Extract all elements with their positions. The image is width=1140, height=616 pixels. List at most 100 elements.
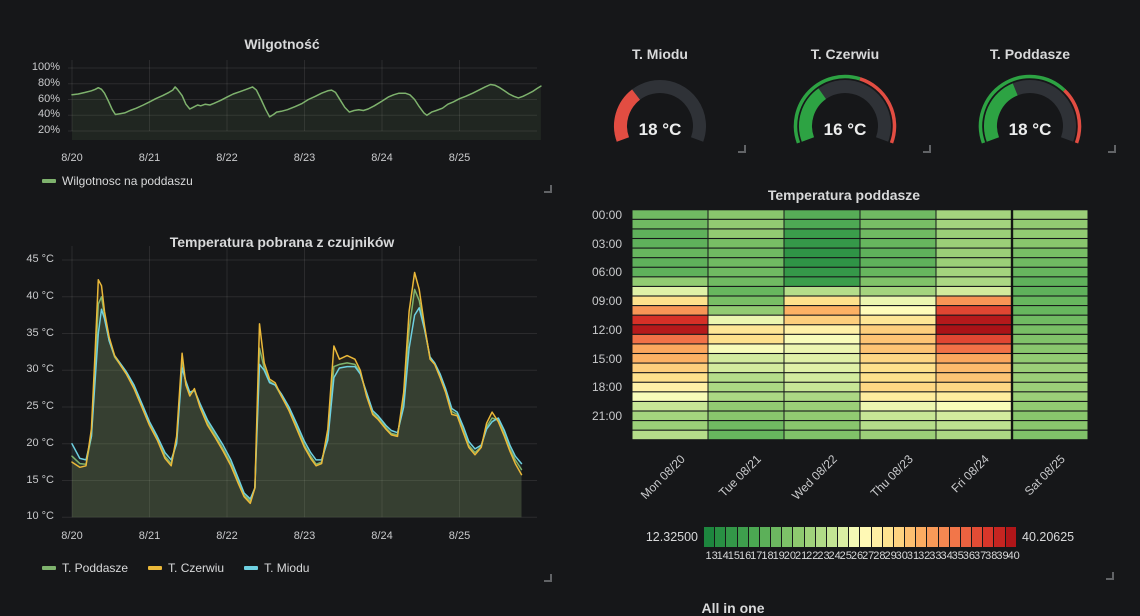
y-tick-label: 10 °C bbox=[8, 510, 54, 522]
colorbar-cell bbox=[950, 527, 960, 547]
colorbar-cell bbox=[972, 527, 982, 547]
panel-gauge-czerwiu: T. Czerwiu 16 °C bbox=[755, 8, 935, 156]
gauge-value: 16 °C bbox=[755, 120, 935, 140]
colorbar-cell bbox=[715, 527, 725, 547]
panel-gauge-miodu: T. Miodu 18 °C bbox=[570, 8, 750, 156]
legend-color-dash-icon bbox=[42, 179, 56, 183]
colorbar-cell bbox=[793, 527, 803, 547]
x-tick-label: 8/22 bbox=[205, 152, 249, 164]
colorbar-cell bbox=[994, 527, 1004, 547]
panel-humidity: Wilgotność 100%80%60%40%20% 8/208/218/22… bbox=[8, 8, 556, 196]
heatmap-y-tick-label: 09:00 bbox=[570, 294, 622, 308]
y-tick-label: 30 °C bbox=[8, 363, 54, 375]
heatmap-grid[interactable] bbox=[632, 210, 1088, 440]
panel-heatmap: Temperatura poddasze 00:00 03:00 06:00 09:0… bbox=[570, 160, 1118, 588]
colorbar-cell bbox=[704, 527, 714, 547]
heatmap-x-label: Sat 08/25 bbox=[994, 452, 1068, 526]
resize-handle-icon[interactable] bbox=[1106, 572, 1114, 580]
heatmap-y-tick-label: 00:00 bbox=[570, 208, 622, 222]
y-tick-label: 80% bbox=[8, 77, 60, 89]
x-tick-label: 8/20 bbox=[50, 530, 94, 542]
legend-item[interactable]: T. Czerwiu bbox=[148, 561, 224, 575]
panel-temperature: Temperatura pobrana z czujników 45 °C40 … bbox=[8, 204, 556, 585]
x-tick-label: 8/23 bbox=[283, 530, 327, 542]
x-tick-label: 8/20 bbox=[50, 152, 94, 164]
resize-handle-icon[interactable] bbox=[738, 145, 746, 153]
colorbar-cell bbox=[771, 527, 781, 547]
heatmap-y-tick-label: 15:00 bbox=[570, 352, 622, 366]
colorbar-cell bbox=[961, 527, 971, 547]
colorbar-cell bbox=[883, 527, 893, 547]
colorbar-cell bbox=[827, 527, 837, 547]
colorbar-cell bbox=[760, 527, 770, 547]
y-tick-label: 15 °C bbox=[8, 474, 54, 486]
heatmap-x-label: Fri 08/24 bbox=[918, 452, 992, 526]
resize-handle-icon[interactable] bbox=[544, 574, 552, 582]
resize-handle-icon[interactable] bbox=[1108, 145, 1116, 153]
y-tick-label: 20% bbox=[8, 124, 60, 136]
legend-color-dash-icon bbox=[244, 566, 258, 570]
heatmap-x-label: Wed 08/22 bbox=[766, 452, 840, 526]
legend-item[interactable]: T. Poddasze bbox=[42, 561, 128, 575]
colorbar-cell bbox=[894, 527, 904, 547]
colorbar-min-label: 12.32500 bbox=[598, 530, 698, 544]
heatmap-y-tick-label: 12:00 bbox=[570, 323, 622, 337]
colorbar-cell bbox=[816, 527, 826, 547]
x-tick-label: 8/25 bbox=[438, 530, 482, 542]
y-tick-label: 40 °C bbox=[8, 290, 54, 302]
heatmap-y-tick-label: 18:00 bbox=[570, 380, 622, 394]
colorbar-cell bbox=[872, 527, 882, 547]
humidity-legend: Wilgotnosc na poddaszu bbox=[42, 174, 193, 188]
colorbar-cell bbox=[1006, 527, 1016, 547]
heatmap-y-tick-label: 21:00 bbox=[570, 409, 622, 423]
x-tick-label: 8/23 bbox=[283, 152, 327, 164]
colorbar-max-label: 40.20625 bbox=[1022, 530, 1074, 544]
x-tick-label: 8/24 bbox=[360, 530, 404, 542]
colorbar-cell bbox=[939, 527, 949, 547]
humidity-chart[interactable] bbox=[8, 8, 556, 148]
x-tick-label: 8/21 bbox=[128, 530, 172, 542]
legend-label: T. Miodu bbox=[264, 561, 309, 575]
y-tick-label: 60% bbox=[8, 93, 60, 105]
heatmap-x-label: Tue 08/21 bbox=[690, 452, 764, 526]
heatmap-x-label: Thu 08/23 bbox=[842, 452, 916, 526]
legend-color-dash-icon bbox=[42, 566, 56, 570]
legend-label: T. Czerwiu bbox=[168, 561, 224, 575]
resize-handle-icon[interactable] bbox=[923, 145, 931, 153]
x-tick-label: 8/21 bbox=[128, 152, 172, 164]
legend-item[interactable]: Wilgotnosc na poddaszu bbox=[42, 174, 193, 188]
colorbar-cell bbox=[726, 527, 736, 547]
colorbar-tick-label: 40 bbox=[1004, 550, 1024, 562]
y-tick-label: 25 °C bbox=[8, 400, 54, 412]
legend-item[interactable]: T. Miodu bbox=[244, 561, 309, 575]
x-tick-label: 8/22 bbox=[205, 530, 249, 542]
legend-label: T. Poddasze bbox=[62, 561, 128, 575]
temperature-chart[interactable] bbox=[8, 204, 556, 526]
heatmap-y-tick-label: 03:00 bbox=[570, 237, 622, 251]
colorbar-cell bbox=[983, 527, 993, 547]
temperature-legend: T. Poddasze T. Czerwiu T. Miodu bbox=[42, 561, 309, 575]
y-tick-label: 20 °C bbox=[8, 437, 54, 449]
colorbar-cell bbox=[805, 527, 815, 547]
colorbar-cell bbox=[927, 527, 937, 547]
y-tick-label: 40% bbox=[8, 108, 60, 120]
resize-handle-icon[interactable] bbox=[544, 185, 552, 193]
panel-gauge-poddasze: T. Poddasze 18 °C bbox=[940, 8, 1120, 156]
colorbar-cell bbox=[916, 527, 926, 547]
colorbar-cell bbox=[782, 527, 792, 547]
colorbar-cell bbox=[738, 527, 748, 547]
colorbar-cell bbox=[849, 527, 859, 547]
panel-title-all-in-one[interactable]: All in one bbox=[583, 600, 883, 616]
colorbar-cell bbox=[905, 527, 915, 547]
gauge-value: 18 °C bbox=[940, 120, 1120, 140]
colorbar bbox=[704, 527, 1016, 547]
legend-label: Wilgotnosc na poddaszu bbox=[62, 174, 193, 188]
heatmap-y-tick-label: 06:00 bbox=[570, 265, 622, 279]
legend-color-dash-icon bbox=[148, 566, 162, 570]
x-tick-label: 8/24 bbox=[360, 152, 404, 164]
x-tick-label: 8/25 bbox=[438, 152, 482, 164]
panel-title-heatmap[interactable]: Temperatura poddasze bbox=[570, 187, 1118, 203]
y-tick-label: 100% bbox=[8, 61, 60, 73]
colorbar-cell bbox=[749, 527, 759, 547]
y-tick-label: 35 °C bbox=[8, 327, 54, 339]
